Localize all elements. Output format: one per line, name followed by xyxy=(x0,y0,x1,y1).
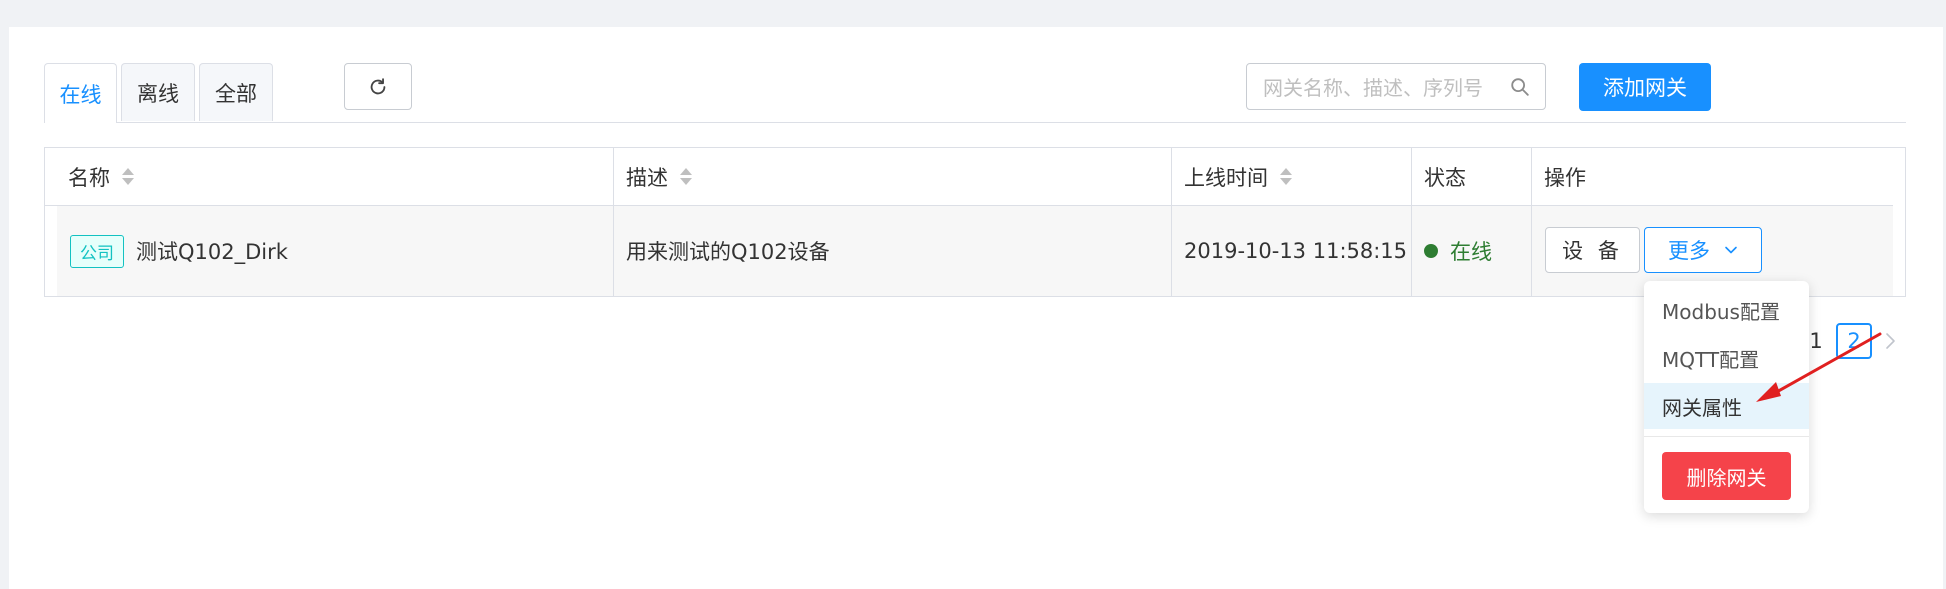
page-2-button[interactable]: 2 xyxy=(1836,323,1872,359)
header-status: 状态 xyxy=(1424,148,1466,205)
menu-item-mqtt-config[interactable]: MQTT配置 xyxy=(1644,335,1809,381)
search-input[interactable] xyxy=(1261,64,1505,111)
more-button-label: 更多 xyxy=(1668,239,1710,263)
menu-item-modbus-config-label: Modbus配置 xyxy=(1662,299,1780,324)
status-dot-icon xyxy=(1424,244,1438,258)
tab-online[interactable]: 在线 xyxy=(44,63,117,123)
device-button[interactable]: 设 备 xyxy=(1545,227,1640,273)
sort-icon[interactable] xyxy=(1280,167,1292,187)
status-badge: 在线 xyxy=(1450,240,1492,264)
column-divider xyxy=(1171,148,1172,296)
header-actions: 操作 xyxy=(1544,148,1586,205)
company-tag: 公司 xyxy=(70,234,124,268)
sort-icon[interactable] xyxy=(680,167,692,187)
delete-gateway-button[interactable]: 删除网关 xyxy=(1662,452,1791,500)
delete-gateway-label: 删除网关 xyxy=(1686,465,1767,490)
header-name[interactable]: 名称 xyxy=(68,148,134,205)
header-description[interactable]: 描述 xyxy=(626,148,692,205)
column-divider xyxy=(613,148,614,296)
header-online-time-label: 上线时间 xyxy=(1184,165,1268,190)
header-name-label: 名称 xyxy=(68,165,110,190)
table-header-row xyxy=(45,148,1893,206)
refresh-icon xyxy=(370,77,386,94)
header-description-label: 描述 xyxy=(626,165,668,190)
page-2-label: 2 xyxy=(1847,329,1861,353)
page-1-label: 1 xyxy=(1809,329,1823,353)
gateway-table: 名称 描述 上线时间 状态 操作 公司 测试Q102_Dirk 用来测试的Q10… xyxy=(44,147,1906,297)
next-page-button[interactable] xyxy=(1878,325,1902,357)
cell-online-time: 2019-10-13 11:58:15 xyxy=(1184,206,1407,296)
tab-offline-label: 离线 xyxy=(137,81,179,106)
tab-online-label: 在线 xyxy=(59,82,102,107)
menu-item-gateway-properties-label: 网关属性 xyxy=(1662,395,1742,420)
header-online-time[interactable]: 上线时间 xyxy=(1184,148,1292,205)
column-divider xyxy=(1411,148,1412,296)
tab-all-label: 全部 xyxy=(215,81,257,106)
chevron-right-icon xyxy=(1886,333,1895,349)
add-gateway-label: 添加网关 xyxy=(1603,76,1687,100)
more-dropdown-menu: Modbus配置 MQTT配置 网关属性 删除网关 xyxy=(1644,281,1809,513)
more-button[interactable]: 更多 xyxy=(1644,227,1762,273)
device-button-label: 设 备 xyxy=(1562,239,1623,263)
cell-description: 用来测试的Q102设备 xyxy=(626,206,830,296)
menu-item-gateway-properties[interactable]: 网关属性 xyxy=(1644,383,1809,429)
search-box xyxy=(1246,63,1546,111)
gateway-name: 测试Q102_Dirk xyxy=(136,240,288,264)
tab-offline[interactable]: 离线 xyxy=(121,63,195,121)
cell-name: 公司 测试Q102_Dirk xyxy=(70,206,288,296)
header-actions-label: 操作 xyxy=(1544,165,1586,190)
menu-item-mqtt-config-label: MQTT配置 xyxy=(1662,347,1760,372)
online-time: 2019-10-13 11:58:15 xyxy=(1184,239,1408,263)
refresh-button[interactable] xyxy=(344,63,412,110)
cell-status: 在线 xyxy=(1424,206,1492,296)
menu-item-modbus-config[interactable]: Modbus配置 xyxy=(1644,287,1809,333)
search-icon[interactable] xyxy=(1509,76,1531,98)
tab-all[interactable]: 全部 xyxy=(199,63,273,121)
menu-divider xyxy=(1644,436,1809,437)
chevron-down-icon xyxy=(1725,246,1737,254)
header-status-label: 状态 xyxy=(1424,165,1466,190)
gateway-description: 用来测试的Q102设备 xyxy=(626,240,830,264)
column-divider xyxy=(1531,148,1532,296)
sort-icon[interactable] xyxy=(122,167,134,187)
add-gateway-button[interactable]: 添加网关 xyxy=(1579,63,1711,111)
